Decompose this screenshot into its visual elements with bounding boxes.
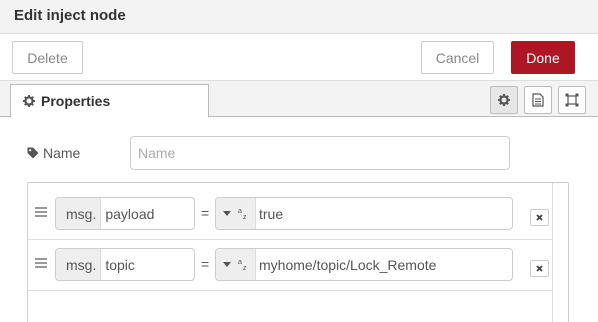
drag-handle-icon[interactable]: [35, 207, 47, 218]
equals-sign: =: [201, 205, 210, 221]
document-icon: [532, 93, 544, 107]
string-type-icon: a z: [238, 208, 247, 220]
equals-sign: =: [201, 256, 210, 272]
name-input[interactable]: [130, 136, 510, 170]
caret-down-icon: [222, 262, 231, 267]
svg-text:z: z: [243, 214, 247, 220]
property-name-field[interactable]: msg. topic: [55, 248, 195, 281]
property-value-field[interactable]: a z true: [215, 197, 513, 230]
property-name-field[interactable]: msg. payload: [55, 197, 195, 230]
svg-text:z: z: [243, 265, 247, 271]
remove-button[interactable]: [530, 209, 549, 226]
property-value[interactable]: true: [256, 206, 283, 222]
list-scrollbar[interactable]: [552, 183, 568, 322]
string-type-icon: a z: [238, 259, 247, 271]
close-icon: [536, 214, 543, 221]
name-label-text: Name: [43, 145, 81, 161]
description-tab-button[interactable]: [524, 86, 552, 114]
tab-properties[interactable]: Properties: [10, 84, 209, 118]
svg-text:a: a: [238, 259, 242, 266]
property-value-field[interactable]: a z myhome/topic/Lock_Remote: [215, 248, 513, 281]
drag-handle-icon[interactable]: [35, 258, 47, 269]
appearance-tab-button[interactable]: [558, 86, 586, 114]
node-properties-tab-button[interactable]: [490, 86, 518, 114]
layout-icon: [565, 93, 579, 107]
property-name[interactable]: topic: [101, 257, 135, 273]
tag-icon: [27, 147, 39, 159]
gear-icon: [23, 95, 35, 107]
type-select[interactable]: a z: [216, 249, 256, 280]
svg-text:a: a: [238, 208, 242, 215]
msg-prefix: msg.: [56, 249, 102, 280]
tray-title: Edit inject node: [14, 7, 126, 24]
type-select[interactable]: a z: [216, 198, 256, 229]
property-name[interactable]: payload: [101, 206, 154, 222]
caret-down-icon: [222, 211, 231, 216]
property-value[interactable]: myhome/topic/Lock_Remote: [256, 257, 436, 273]
property-list[interactable]: msg. payload = a z true msg. topic = a z…: [27, 182, 569, 322]
tab-properties-label: Properties: [41, 93, 111, 109]
gear-icon: [498, 94, 510, 106]
close-icon: [536, 265, 543, 272]
property-row: msg. payload = a z true: [28, 188, 553, 240]
name-label: Name: [27, 145, 80, 161]
property-row: msg. topic = a z myhome/topic/Lock_Remot…: [28, 239, 553, 291]
remove-button[interactable]: [530, 260, 549, 277]
tray-header: Edit inject node: [0, 0, 598, 34]
delete-button[interactable]: Delete: [12, 41, 83, 74]
cancel-button[interactable]: Cancel: [421, 41, 494, 74]
done-button[interactable]: Done: [511, 41, 575, 74]
msg-prefix: msg.: [56, 198, 102, 229]
